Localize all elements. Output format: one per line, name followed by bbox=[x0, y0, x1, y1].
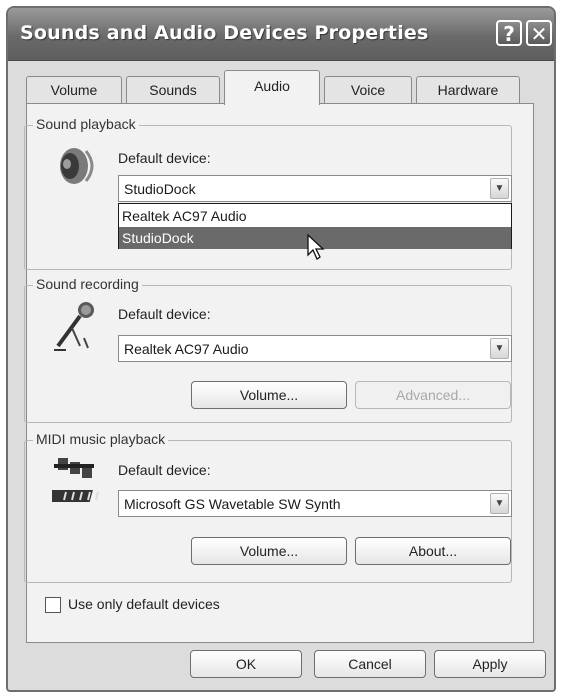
mouse-pointer-icon bbox=[307, 233, 325, 260]
window-title: Sounds and Audio Devices Properties bbox=[20, 22, 429, 44]
midi-about-button[interactable]: About... bbox=[355, 537, 511, 565]
recording-device-select[interactable]: Realtek AC97 Audio ▼ bbox=[118, 335, 512, 362]
dropdown-option-label: Realtek AC97 Audio bbox=[122, 208, 247, 224]
recording-volume-button[interactable]: Volume... bbox=[191, 381, 347, 409]
playback-selected-value: StudioDock bbox=[124, 181, 196, 197]
recording-advanced-button[interactable]: Advanced... bbox=[355, 381, 511, 409]
use-default-devices-label[interactable]: Use only default devices bbox=[68, 596, 220, 612]
tab-voice[interactable]: Voice bbox=[324, 76, 412, 104]
chevron-down-icon[interactable]: ▼ bbox=[490, 178, 509, 199]
ok-button[interactable]: OK bbox=[190, 650, 302, 678]
recording-default-device-label: Default device: bbox=[118, 306, 211, 322]
midi-volume-button[interactable]: Volume... bbox=[191, 537, 347, 565]
help-button[interactable]: ? bbox=[496, 20, 522, 46]
chevron-down-icon[interactable]: ▼ bbox=[490, 338, 509, 359]
tab-hardware[interactable]: Hardware bbox=[416, 76, 520, 104]
dropdown-option-realtek[interactable]: Realtek AC97 Audio bbox=[119, 205, 511, 227]
tab-audio[interactable]: Audio bbox=[224, 70, 320, 105]
tab-sounds[interactable]: Sounds bbox=[126, 76, 220, 104]
playback-default-device-label: Default device: bbox=[118, 150, 211, 166]
sound-recording-title: Sound recording bbox=[33, 276, 142, 292]
chevron-down-icon[interactable]: ▼ bbox=[490, 493, 509, 514]
midi-default-device-label: Default device: bbox=[118, 462, 211, 478]
midi-device-select[interactable]: Microsoft GS Wavetable SW Synth ▼ bbox=[118, 490, 512, 517]
playback-device-select[interactable]: StudioDock ▼ bbox=[118, 175, 512, 202]
dropdown-option-label: StudioDock bbox=[122, 230, 194, 246]
tab-volume[interactable]: Volume bbox=[26, 76, 122, 104]
apply-button[interactable]: Apply bbox=[434, 650, 546, 678]
tab-strip: Volume Sounds Audio Voice Hardware bbox=[26, 70, 526, 105]
close-button[interactable]: ✕ bbox=[526, 20, 552, 46]
sound-playback-title: Sound playback bbox=[33, 116, 139, 132]
speaker-icon bbox=[60, 148, 94, 184]
cancel-button[interactable]: Cancel bbox=[314, 650, 426, 678]
midi-selected-value: Microsoft GS Wavetable SW Synth bbox=[124, 496, 341, 512]
midi-keyboard-icon bbox=[52, 458, 99, 502]
midi-playback-title: MIDI music playback bbox=[33, 431, 169, 447]
microphone-icon bbox=[54, 302, 94, 351]
use-default-devices-checkbox[interactable] bbox=[45, 597, 61, 613]
title-bar[interactable]: Sounds and Audio Devices Properties ? ✕ bbox=[8, 8, 554, 61]
recording-selected-value: Realtek AC97 Audio bbox=[124, 341, 249, 357]
